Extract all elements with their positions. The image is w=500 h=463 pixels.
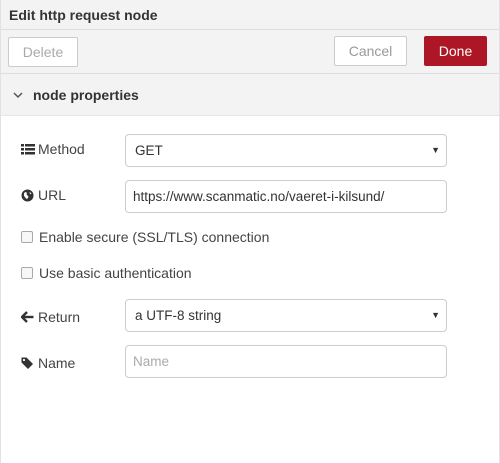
- name-placeholder: Name: [133, 354, 170, 369]
- list-icon: [21, 143, 37, 155]
- properties-form: Method GET ▼ URL https://www.scanmatic.n…: [1, 116, 499, 461]
- auth-label: Use basic authentication: [39, 265, 192, 281]
- url-value: https://www.scanmatic.no/vaeret-i-kilsun…: [133, 189, 385, 204]
- method-label-text: Method: [38, 141, 85, 157]
- cancel-button[interactable]: Cancel: [334, 36, 407, 66]
- globe-icon: [21, 189, 37, 202]
- method-select[interactable]: GET ▼: [125, 134, 447, 167]
- name-label: Name: [21, 353, 75, 373]
- dropdown-arrow-icon: ▼: [431, 310, 440, 320]
- dropdown-arrow-icon: ▼: [431, 145, 440, 155]
- section-header-node-properties[interactable]: node properties: [1, 74, 499, 116]
- return-value: a UTF-8 string: [135, 308, 222, 323]
- return-label: Return: [21, 307, 80, 327]
- dialog-toolbar: Delete Cancel Done: [1, 30, 499, 74]
- name-label-text: Name: [38, 355, 76, 371]
- section-title: node properties: [33, 86, 139, 103]
- tls-checkbox-row[interactable]: Enable secure (SSL/TLS) connection: [21, 229, 269, 245]
- done-button[interactable]: Done: [424, 36, 487, 66]
- url-label: URL: [21, 185, 66, 205]
- edit-dialog: Edit http request node Delete Cancel Don…: [0, 0, 500, 463]
- delete-button[interactable]: Delete: [8, 37, 78, 67]
- name-input[interactable]: Name: [125, 345, 447, 378]
- arrow-left-icon: [21, 311, 37, 323]
- auth-checkbox[interactable]: [21, 267, 33, 279]
- return-select[interactable]: a UTF-8 string ▼: [125, 299, 447, 332]
- chevron-down-icon: [13, 91, 25, 99]
- return-label-text: Return: [38, 309, 81, 325]
- method-value: GET: [135, 143, 163, 158]
- auth-checkbox-row[interactable]: Use basic authentication: [21, 265, 192, 281]
- tag-icon: [21, 357, 37, 369]
- tls-label: Enable secure (SSL/TLS) connection: [39, 229, 270, 245]
- dialog-title: Edit http request node: [1, 0, 499, 30]
- method-label: Method: [21, 139, 85, 159]
- url-input[interactable]: https://www.scanmatic.no/vaeret-i-kilsun…: [125, 180, 447, 213]
- url-label-text: URL: [38, 187, 67, 203]
- tls-checkbox[interactable]: [21, 231, 33, 243]
